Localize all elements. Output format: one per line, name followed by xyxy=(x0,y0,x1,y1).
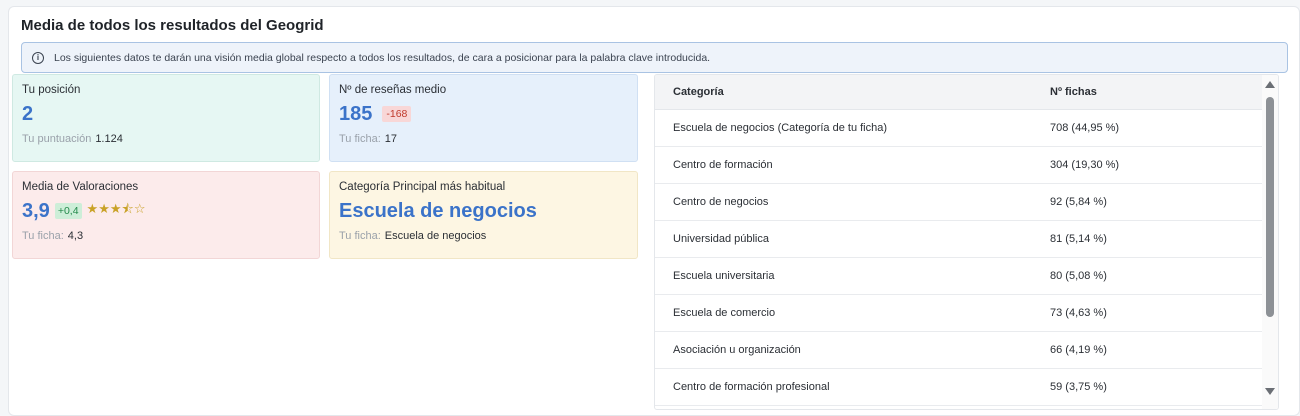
card-ratings: Media de Valoraciones 3,9 +0,4 ★★★⯪☆ Tu … xyxy=(12,171,320,259)
your-category-value: Escuela de negocios xyxy=(384,230,487,242)
info-banner: i Los siguientes datos te darán una visi… xyxy=(21,42,1288,73)
cell-count: 708 (44,95 %) xyxy=(1050,122,1120,134)
category-value: Escuela de negocios xyxy=(339,199,537,222)
card-label: Categoría Principal más habitual xyxy=(339,181,506,193)
star-half-icon: ⯪ xyxy=(121,201,134,216)
star-filled-icon: ★★★ xyxy=(86,201,122,216)
table-row: Centro de formación 304 (19,30 %) xyxy=(655,147,1278,184)
cell-category: Escuela de negocios (Categoría de tu fic… xyxy=(673,122,888,134)
cell-count: 92 (5,84 %) xyxy=(1050,196,1107,208)
table-row: Centro de formación profesional 59 (3,75… xyxy=(655,369,1278,406)
cell-category: Escuela universitaria xyxy=(673,270,775,282)
cell-category: Centro de formación xyxy=(673,159,773,171)
table-row: Centro de negocios 92 (5,84 %) xyxy=(655,184,1278,221)
card-reviews: Nº de reseñas medio 185 -168 Tu ficha: 17 xyxy=(329,74,638,162)
cell-category: Escuela de comercio xyxy=(673,307,776,319)
cell-category: Centro de formación profesional xyxy=(673,381,830,393)
table-row: Universidad pública 81 (5,14 %) xyxy=(655,221,1278,258)
header-count: Nº fichas xyxy=(1050,86,1097,98)
panel-title: Media de todos los resultados del Geogri… xyxy=(21,17,324,34)
your-listing-label: Tu ficha: xyxy=(22,230,64,242)
category-table[interactable]: Categoría Nº fichas Escuela de negocios … xyxy=(654,74,1279,410)
card-label: Tu posición xyxy=(22,84,81,96)
position-value: 2 xyxy=(22,102,34,125)
score-label: Tu puntuación xyxy=(22,133,92,145)
your-rating-value: 4,3 xyxy=(67,230,84,242)
table-row: Asociación u organización 66 (4,19 %) xyxy=(655,332,1278,369)
your-listing-label: Tu ficha: xyxy=(339,230,381,242)
table-row: Escuela de negocios (Categoría de tu fic… xyxy=(655,110,1278,147)
rating-value: 3,9 xyxy=(22,199,50,222)
cell-category: Centro de negocios xyxy=(673,196,769,208)
info-icon: i xyxy=(32,51,44,64)
your-reviews-value: 17 xyxy=(384,133,398,145)
table-row: Escuela de comercio 73 (4,63 %) xyxy=(655,295,1278,332)
star-rating-icon: ★★★⯪☆ xyxy=(87,200,146,222)
rating-delta-badge: +0,4 xyxy=(54,203,82,219)
card-label: Nº de reseñas medio xyxy=(339,84,447,96)
table-scrollbar[interactable] xyxy=(1262,75,1278,409)
score-value: 1.124 xyxy=(95,133,123,145)
cell-count: 304 (19,30 %) xyxy=(1050,159,1120,171)
header-category: Categoría xyxy=(673,86,724,98)
info-text: Los siguientes datos te darán una visión… xyxy=(54,51,711,64)
card-position: Tu posición 2 Tu puntuación 1.124 xyxy=(12,74,320,162)
card-category: Categoría Principal más habitual Escuela… xyxy=(329,171,638,259)
cell-count: 73 (4,63 %) xyxy=(1050,307,1107,319)
reviews-value: 185 xyxy=(339,102,373,125)
scroll-down-arrow-icon[interactable] xyxy=(1265,388,1275,395)
reviews-delta-badge: -168 xyxy=(382,106,412,122)
your-listing-label: Tu ficha: xyxy=(339,133,381,145)
star-empty-icon: ☆ xyxy=(133,201,146,216)
cell-count: 81 (5,14 %) xyxy=(1050,233,1107,245)
cell-count: 66 (4,19 %) xyxy=(1050,344,1107,356)
card-label: Media de Valoraciones xyxy=(22,181,139,193)
cell-category: Universidad pública xyxy=(673,233,769,245)
table-header: Categoría Nº fichas xyxy=(655,75,1278,110)
cell-count: 80 (5,08 %) xyxy=(1050,270,1107,282)
table-row: Escuela universitaria 80 (5,08 %) xyxy=(655,258,1278,295)
scroll-thumb[interactable] xyxy=(1266,97,1274,317)
cell-category: Asociación u organización xyxy=(673,344,801,356)
cell-count: 59 (3,75 %) xyxy=(1050,381,1107,393)
scroll-up-arrow-icon[interactable] xyxy=(1265,81,1275,88)
